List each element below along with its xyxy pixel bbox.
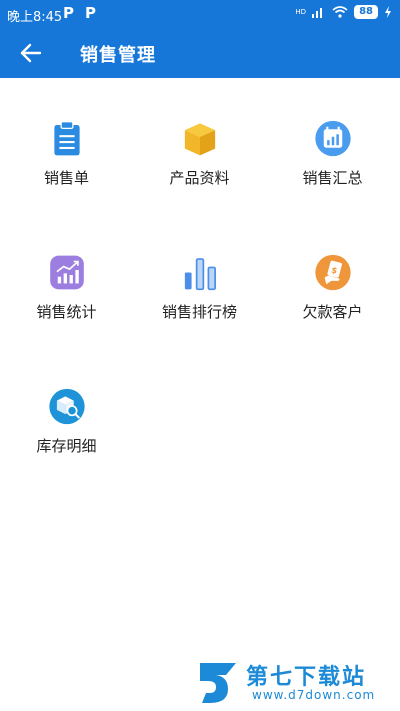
watermark: 第七下载站 www.d7down.com [194,657,394,709]
menu-item-label: 销售排行榜 [161,303,237,321]
battery-indicator: 88 [354,5,378,19]
status-bar: 晚上8:45 P P HD 88 [0,0,400,28]
clipboard-icon [53,121,80,156]
menu-item-sales-summary[interactable]: 销售汇总 [266,78,399,188]
menu-item-label: 欠款客户 [302,303,363,321]
menu-item-label: 产品资料 [169,169,230,187]
watermark-text: 第七下载站 [246,665,367,690]
menu-item-label: 销售单 [43,169,89,187]
menu-item-sales-ranking[interactable]: 销售排行榜 [133,212,266,322]
notification-icon: P [63,4,74,22]
menu-item-label: 销售统计 [36,303,97,321]
trend-chart-icon [49,255,84,290]
notification-icon: P [85,4,96,22]
menu-item-product-info[interactable]: 产品资料 [133,78,266,188]
page-title: 销售管理 [80,45,156,66]
menu-item-sales-order[interactable]: 销售单 [0,78,133,188]
menu-item-sales-stats[interactable]: 销售统计 [0,212,133,322]
watermark-url: www.d7down.com [252,688,376,702]
status-icons: HD 88 [295,5,392,19]
app-bar: 销售管理 [0,28,400,78]
money-hand-icon: $ [314,254,351,291]
site-logo-icon [200,663,236,703]
network-hd-label: HD [295,7,307,16]
menu-item-label: 库存明细 [36,437,97,455]
wifi-icon [332,6,348,18]
menu-item-label: 销售汇总 [302,169,363,187]
signal-icon [312,8,323,18]
box-icon [184,123,215,156]
status-time: 晚上8:45 [7,10,63,25]
bar-ranking-icon [184,258,216,291]
calendar-chart-icon [314,120,351,157]
menu-item-debt-customers[interactable]: $ 欠款客户 [266,212,399,322]
charging-icon [385,6,391,18]
inventory-search-icon [48,388,85,425]
arrow-left-icon [20,43,42,63]
menu-item-inventory-detail[interactable]: 库存明细 [0,346,133,456]
back-button[interactable] [18,40,44,66]
